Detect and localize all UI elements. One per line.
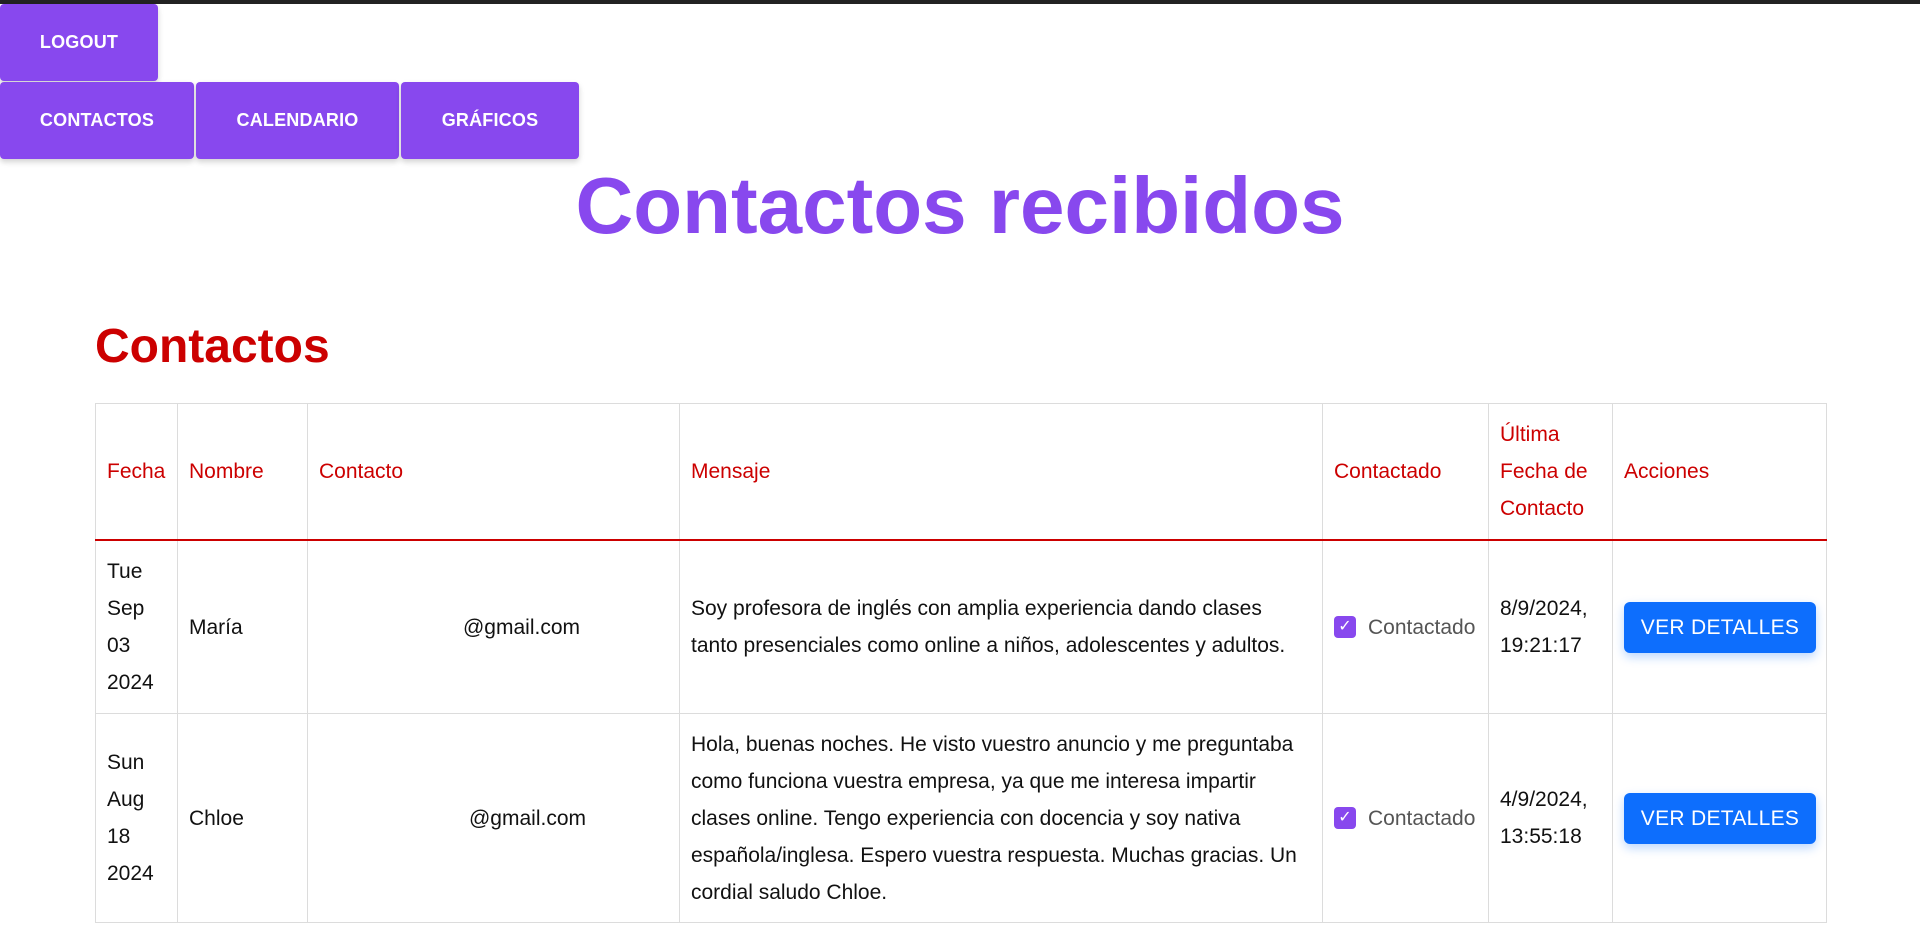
cell-contactado: ✓ Contactado [1322, 539, 1489, 714]
column-header-contacto: Contacto [307, 403, 680, 541]
nav-calendario-button[interactable]: CALENDARIO [196, 82, 399, 159]
section-title: Contactos [95, 320, 330, 373]
ver-detalles-button[interactable]: VER DETALLES [1624, 601, 1816, 653]
contactado-checkbox-label[interactable]: ✓ Contactado [1334, 609, 1477, 646]
logout-button[interactable]: LOGOUT [0, 4, 158, 81]
table-row: Tue Sep 03 2024 María @gmail.com Soy pro… [95, 539, 1827, 714]
email-text: @gmail.com [462, 615, 580, 639]
cell-mensaje: Soy profesora de inglés con amplia exper… [679, 539, 1323, 714]
contactado-checkbox[interactable]: ✓ [1334, 616, 1356, 638]
cell-ultima-fecha: 4/9/2024, 13:55:18 [1488, 713, 1613, 923]
email-text: @gmail.com [468, 806, 586, 830]
contactado-checkbox[interactable]: ✓ [1334, 807, 1356, 829]
cell-fecha: Tue Sep 03 2024 [95, 539, 178, 714]
nav-contactos-button[interactable]: CONTACTOS [0, 82, 194, 159]
contacts-table: Fecha Nombre Contacto Mensaje Contactado… [95, 403, 1827, 923]
table-row: Sun Aug 18 2024 Chloe @gmail.com Hola, b… [95, 713, 1827, 923]
table-header-row: Fecha Nombre Contacto Mensaje Contactado… [95, 403, 1827, 541]
contactado-checkbox-label[interactable]: ✓ Contactado [1334, 800, 1477, 837]
page-title: Contactos recibidos [575, 161, 1345, 250]
cell-mensaje: Hola, buenas noches. He visto vuestro an… [679, 713, 1323, 923]
top-border [0, 0, 1920, 4]
column-header-fecha: Fecha [95, 403, 178, 541]
ver-detalles-button[interactable]: VER DETALLES [1624, 792, 1816, 844]
nav-graficos-button[interactable]: GRÁFICOS [401, 82, 579, 159]
cell-nombre: María [177, 539, 308, 714]
cell-nombre: Chloe [177, 713, 308, 923]
cell-contacto: @gmail.com [307, 713, 680, 923]
column-header-mensaje: Mensaje [679, 403, 1323, 541]
cell-ultima-fecha: 8/9/2024, 19:21:17 [1488, 539, 1613, 714]
cell-fecha: Sun Aug 18 2024 [95, 713, 178, 923]
column-header-ultima-fecha: Última Fecha de Contacto [1488, 403, 1613, 541]
column-header-acciones: Acciones [1612, 403, 1827, 541]
column-header-nombre: Nombre [177, 403, 308, 541]
contactado-text: Contactado [1368, 806, 1476, 830]
cell-contactado: ✓ Contactado [1322, 713, 1489, 923]
column-header-contactado: Contactado [1322, 403, 1489, 541]
contactado-text: Contactado [1368, 615, 1476, 639]
cell-acciones: VER DETALLES [1612, 539, 1827, 714]
cell-acciones: VER DETALLES [1612, 713, 1827, 923]
cell-contacto: @gmail.com [307, 539, 680, 714]
